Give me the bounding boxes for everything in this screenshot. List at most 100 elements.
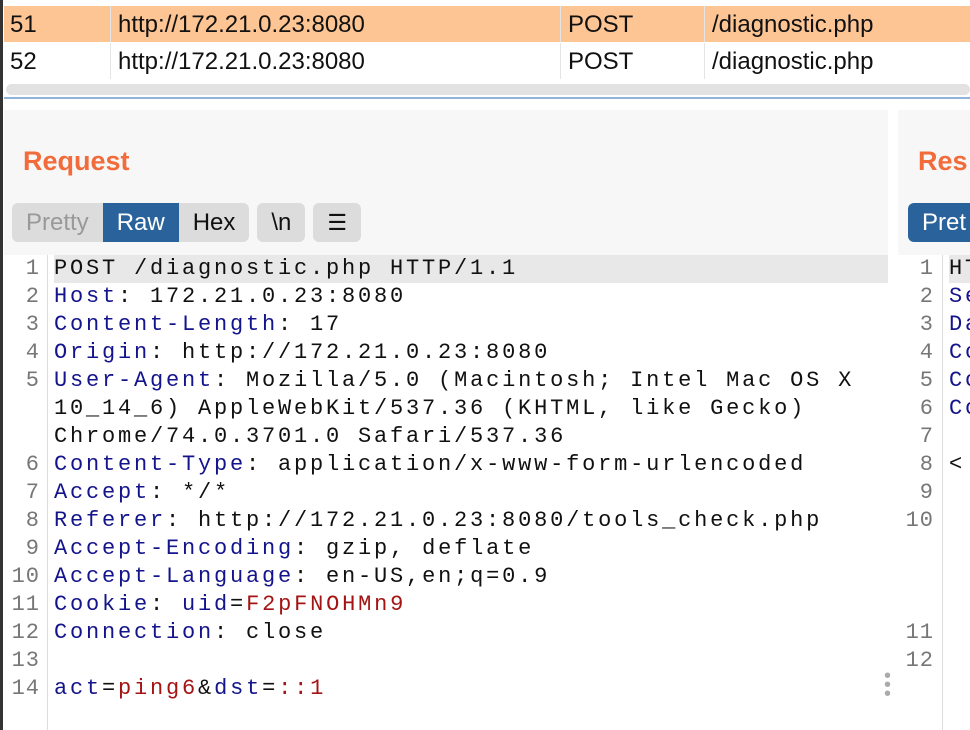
- request-title: Request: [23, 146, 130, 176]
- line-number: 1: [25, 256, 40, 281]
- more-options-icon[interactable]: • • •: [884, 666, 891, 704]
- code-line: Co: [949, 368, 970, 393]
- menu-icon[interactable]: ☰: [313, 203, 362, 242]
- history-row[interactable]: 52 http://172.21.0.23:8080 POST /diagnos…: [4, 43, 970, 79]
- horizontal-scrollbar[interactable]: [6, 84, 970, 95]
- code-line: Accept-Language: en-US,en;q=0.9: [54, 563, 888, 591]
- line-number: 14: [11, 676, 40, 701]
- line-number: 6: [919, 396, 934, 421]
- row-number: 52: [10, 48, 37, 75]
- code-line: Co: [949, 340, 970, 365]
- line-number: 3: [25, 312, 40, 337]
- line-number: 12: [905, 648, 934, 673]
- row-method: POST: [568, 48, 634, 75]
- line-number: 2: [25, 284, 40, 309]
- row-url: /diagnostic.php: [712, 48, 874, 75]
- code-line-wrapped: Chrome/74.0.3701.0 Safari/537.36: [54, 424, 567, 449]
- cookie-eq: =: [230, 592, 247, 617]
- line-number: 4: [25, 340, 40, 365]
- body-token: =: [262, 676, 279, 701]
- header-name: Origin: [54, 340, 151, 365]
- header-value: : gzip, deflate: [294, 536, 535, 561]
- code-line: Cookie: uid=F2pFNOHMn9: [54, 591, 888, 619]
- response-editor[interactable]: 1 HT 2 Se 3 Da 4 Co 5 Co 6 Co 7 8 <9 10 11 12: [898, 255, 970, 730]
- header-name: Connection: [54, 620, 215, 645]
- line-number: 5: [919, 368, 934, 393]
- line-number: 13: [11, 648, 40, 673]
- body-token: act: [54, 676, 103, 701]
- header-value: : 172.21.0.23:8080: [118, 284, 407, 309]
- header-name: Host: [54, 284, 119, 309]
- row-host: http://172.21.0.23:8080: [118, 48, 365, 75]
- line-number: 12: [11, 620, 40, 645]
- line-number: 6: [25, 452, 40, 477]
- line-number: 5: [25, 368, 40, 393]
- split-pane-divider[interactable]: [4, 97, 970, 99]
- code-line: Accept-Encoding: gzip, deflate: [54, 535, 888, 563]
- history-row-selected[interactable]: 51 http://172.21.0.23:8080 POST /diagnos…: [4, 6, 970, 42]
- tab-pretty[interactable]: Pret: [908, 203, 970, 242]
- code-line: HT: [949, 255, 970, 283]
- header-value: : http://172.21.0.23:8080: [150, 340, 551, 365]
- request-panel: Request Pretty Raw Hex \n ☰ 1 POST /diagn…: [4, 110, 888, 730]
- header-name: Accept-Encoding: [54, 536, 295, 561]
- line-number: 9: [25, 536, 40, 561]
- header-name: Cookie: [54, 592, 151, 617]
- code-line: Content-Length: 17: [54, 311, 888, 339]
- code-line: Host: 172.21.0.23:8080: [54, 283, 888, 311]
- line-number: 11: [905, 620, 934, 645]
- request-line: POST /diagnostic.php HTTP/1.1: [54, 256, 519, 281]
- header-name: Content-Type: [54, 452, 247, 477]
- code-line: Content-Type: application/x-www-form-url…: [54, 451, 888, 479]
- code-line: <: [949, 452, 966, 477]
- header-name: Referer: [54, 508, 167, 533]
- header-value: : Mozilla/5.0 (Macintosh; Intel Mac OS X: [214, 368, 855, 393]
- request-editor[interactable]: 1 POST /diagnostic.php HTTP/1.1 2 Host: 172…: [4, 255, 888, 730]
- response-panel: Res Pret 1 HT 2 Se 3 Da 4 Co 5 Co 6 Co 7 8 <9 10 11 12: [898, 110, 970, 730]
- window-edge: [0, 0, 3, 730]
- header-value: : http://172.21.0.23:8080/tools_check.ph…: [166, 508, 823, 533]
- row-url: /diagnostic.php: [712, 11, 874, 38]
- code-line: Referer: http://172.21.0.23:8080/tools_c…: [54, 507, 888, 535]
- code-line: POST /diagnostic.php HTTP/1.1: [54, 255, 888, 283]
- tab-hex[interactable]: Hex: [178, 203, 250, 242]
- code-line: Se: [949, 284, 970, 309]
- response-title: Res: [918, 146, 968, 176]
- body-token: ping6: [118, 676, 199, 701]
- code-line: Origin: http://172.21.0.23:8080: [54, 339, 888, 367]
- tab-pretty[interactable]: Pretty: [12, 203, 103, 242]
- code-line: Co: [949, 396, 970, 421]
- code-line: Da: [949, 312, 970, 337]
- body-token: &: [198, 676, 215, 701]
- row-host: http://172.21.0.23:8080: [118, 11, 365, 38]
- line-number: 10: [11, 564, 40, 589]
- line-number: 1: [919, 256, 934, 281]
- header-name: Accept: [54, 480, 151, 505]
- line-number: 7: [919, 424, 934, 449]
- row-method: POST: [568, 11, 634, 38]
- line-number: 9: [919, 480, 934, 505]
- header-value: :: [150, 592, 183, 617]
- line-number: 8: [919, 452, 934, 477]
- tab-raw[interactable]: Raw: [102, 203, 179, 242]
- header-value: : */*: [150, 480, 231, 505]
- line-number: 3: [919, 312, 934, 337]
- code-line-wrapped: 10_14_6) AppleWebKit/537.36 (KHTML, like…: [54, 396, 807, 421]
- code-line: User-Agent: Mozilla/5.0 (Macintosh; Inte…: [54, 367, 888, 395]
- row-number: 51: [10, 11, 37, 38]
- body-token: ::1: [278, 676, 327, 701]
- line-number: 11: [11, 592, 40, 617]
- newline-toggle-button[interactable]: \n: [257, 203, 306, 242]
- header-name: User-Agent: [54, 368, 215, 393]
- body-token: =: [102, 676, 119, 701]
- header-name: Accept-Language: [54, 564, 295, 589]
- cookie-value: F2pFNOHMn9: [246, 592, 407, 617]
- header-name: Content-Length: [54, 312, 279, 337]
- line-number: 2: [919, 284, 934, 309]
- line-number: 4: [919, 340, 934, 365]
